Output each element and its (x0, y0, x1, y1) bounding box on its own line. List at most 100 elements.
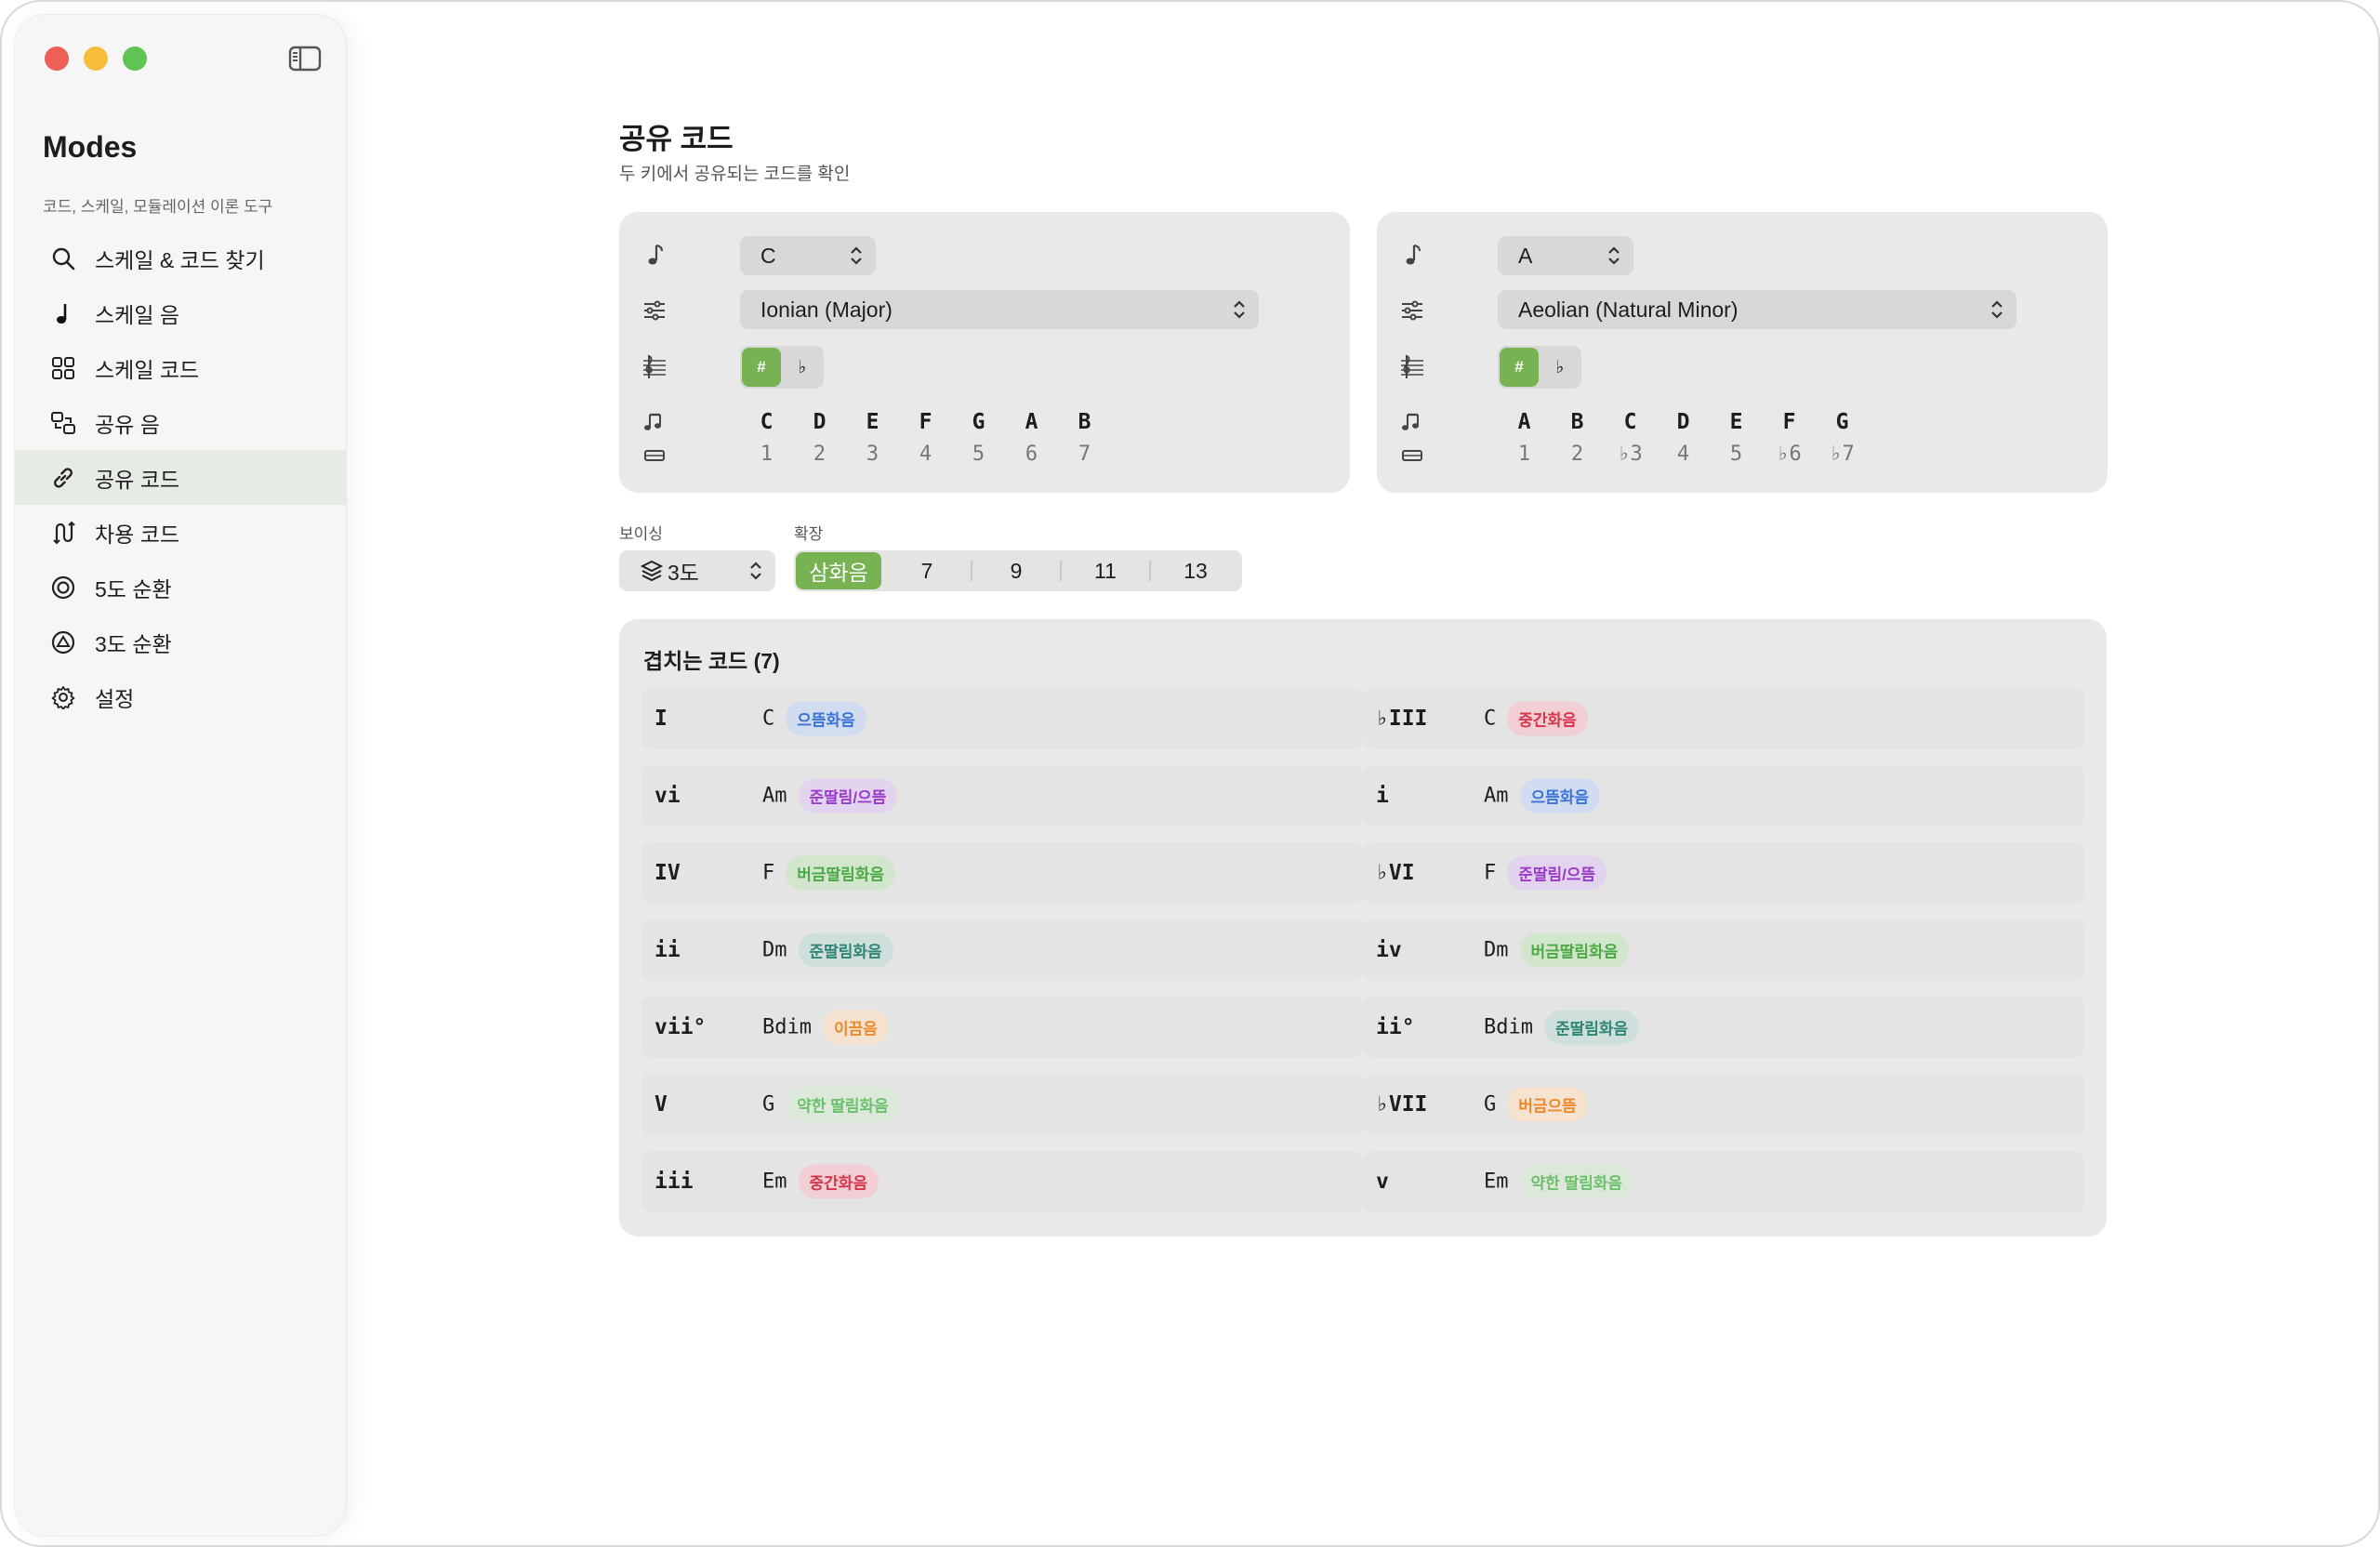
chord-cell-right[interactable]: ♭VII G 버금으뜸 (1363, 1074, 2084, 1135)
sidebar-toggle-icon[interactable] (288, 45, 322, 73)
sharp-button[interactable]: # (742, 348, 781, 387)
chord-name: F (762, 861, 775, 885)
chord-cell-right[interactable]: iv Dm 버금딸림화음 (1363, 919, 2084, 981)
keyboard-icon (641, 443, 668, 469)
segment-triad[interactable]: 삼화음 (796, 552, 881, 589)
chord-info: C 으뜸화음 (762, 701, 866, 736)
note-column: C ♭3 (1604, 405, 1657, 470)
accidental-toggle[interactable]: # ♭ (740, 346, 824, 389)
sidebar-item-scale-chords[interactable]: 스케일 코드 (15, 340, 346, 395)
sidebar-item-settings[interactable]: 설정 (15, 669, 346, 724)
sidebar-item-shared-notes[interactable]: 공유 음 (15, 395, 346, 450)
sidebar-item-borrowed-chords[interactable]: 차용 코드 (15, 505, 346, 560)
chord-cell-right[interactable]: ♭VI F 준딸림/으뜸 (1363, 842, 2084, 904)
extension-segmented-control[interactable]: 삼화음 7 9 11 13 (794, 550, 1242, 591)
chord-info: Bdim 이끔음 (762, 1010, 889, 1045)
roman-numeral: vi (654, 784, 681, 808)
note-degree: 7 (1078, 443, 1091, 466)
chord-cell-right[interactable]: ♭III C 중간화음 (1363, 688, 2084, 749)
segment-9[interactable]: 9 (972, 550, 1060, 591)
accidental-toggle[interactable]: # ♭ (1498, 346, 1581, 389)
minimize-window-button[interactable] (84, 46, 108, 71)
flat-button[interactable]: ♭ (1540, 348, 1580, 387)
sidebar-item-label: 공유 음 (95, 412, 160, 437)
note-column: A1 (1498, 405, 1551, 470)
chord-cell-right[interactable]: i Am 으뜸화음 (1363, 765, 2084, 826)
shared-notes-icon (48, 408, 78, 438)
root-select[interactable]: A (1498, 236, 1633, 275)
note-name: D (1676, 410, 1690, 434)
shared-chord-row: I C 으뜸화음 ♭III C 중간화음 (641, 688, 2084, 765)
magnifier-icon (48, 244, 78, 273)
page-title: 공유 코드 (619, 123, 734, 155)
chevron-updown-icon (1608, 246, 1620, 265)
note-name: C (1623, 410, 1637, 434)
sidebar-item-shared-chords[interactable]: 공유 코드 (15, 450, 346, 505)
chord-cell-right[interactable]: v Em 약한 딸림화음 (1363, 1151, 2084, 1212)
mode-select-value: Aeolian (Natural Minor) (1518, 297, 1739, 322)
keyboard-icon (1399, 443, 1425, 469)
note-degree: 6 (1025, 443, 1038, 466)
note-name: G (1835, 410, 1849, 434)
note-name: E (866, 410, 879, 434)
mode-select-value: Ionian (Major) (760, 297, 892, 322)
chord-cell-left[interactable]: vi Am 준딸림/으뜸 (641, 765, 1363, 826)
function-badge: 이끔음 (822, 1010, 889, 1045)
roman-numeral: ii° (1376, 1015, 1415, 1039)
extension-label: 확장 (794, 525, 824, 543)
roman-numeral: ♭VII (1376, 1092, 1428, 1117)
sidebar-item-label: 스케일 & 코드 찾기 (95, 247, 265, 272)
chord-name: Bdim (762, 1015, 812, 1039)
roman-numeral: i (1376, 784, 1389, 808)
music-note-icon (1399, 242, 1425, 268)
note-column: D2 (793, 405, 846, 470)
chevron-updown-icon (1991, 300, 2003, 319)
chord-cell-left[interactable]: ii Dm 준딸림화음 (641, 919, 1363, 981)
chord-cell-left[interactable]: vii° Bdim 이끔음 (641, 997, 1363, 1058)
note-degree: 5 (972, 443, 985, 466)
sidebar-item-scale-chord-finder[interactable]: 스케일 & 코드 찾기 (15, 231, 346, 285)
roman-numeral: ♭VI (1376, 861, 1415, 885)
shared-chord-row: IV F 버금딸림화음 ♭VI F 준딸림/으뜸 (641, 842, 2084, 919)
segment-7[interactable]: 7 (883, 550, 971, 591)
note-name: G (972, 410, 985, 434)
note-name: F (919, 410, 932, 434)
chord-name: G (1484, 1092, 1497, 1117)
function-badge: 준딸림/으뜸 (1507, 855, 1607, 891)
chord-info: Am 준딸림/으뜸 (762, 778, 898, 813)
mode-select[interactable]: Aeolian (Natural Minor) (1498, 290, 2016, 329)
sidebar-item-label: 5도 순환 (95, 576, 172, 602)
notes-icon (1399, 409, 1425, 435)
chord-cell-left[interactable]: I C 으뜸화음 (641, 688, 1363, 749)
note-name: D (813, 410, 826, 434)
shared-chord-row: vii° Bdim 이끔음 ii° Bdim 준딸림화음 (641, 997, 2084, 1074)
root-select[interactable]: C (740, 236, 876, 275)
close-window-button[interactable] (45, 46, 69, 71)
note-name: E (1729, 410, 1743, 434)
mode-select[interactable]: Ionian (Major) (740, 290, 1259, 329)
flat-button[interactable]: ♭ (783, 348, 822, 387)
sidebar-item-circle-of-fifths[interactable]: 5도 순환 (15, 560, 346, 615)
sidebar-item-label: 3도 순환 (95, 631, 172, 656)
note-degree: 2 (1570, 443, 1584, 466)
segment-13[interactable]: 13 (1151, 550, 1240, 591)
chord-cell-left[interactable]: iii Em 중간화음 (641, 1151, 1363, 1212)
maximize-window-button[interactable] (123, 46, 147, 71)
chord-cell-left[interactable]: V G 약한 딸림화음 (641, 1074, 1363, 1135)
segment-11[interactable]: 11 (1062, 550, 1149, 591)
sliders-icon (1399, 298, 1425, 324)
note-name: A (1025, 410, 1038, 434)
chord-info: G 약한 딸림화음 (762, 1087, 900, 1122)
chord-info: G 버금으뜸 (1484, 1087, 1588, 1122)
sidebar-item-circle-of-thirds[interactable]: 3도 순환 (15, 615, 346, 669)
sidebar-item-scale-notes[interactable]: 스케일 음 (15, 285, 346, 340)
voicing-select[interactable]: 3도 (619, 550, 775, 591)
sharp-button[interactable]: # (1500, 348, 1539, 387)
roman-numeral: V (654, 1092, 668, 1117)
app-subtitle: 코드, 스케일, 모듈레이션 이론 도구 (43, 198, 273, 216)
chord-info: Em 약한 딸림화음 (1484, 1164, 1634, 1199)
chord-cell-right[interactable]: ii° Bdim 준딸림화음 (1363, 997, 2084, 1058)
sidebar-item-label: 공유 코드 (95, 467, 180, 492)
roman-numeral: vii° (654, 1015, 707, 1039)
chord-cell-left[interactable]: IV F 버금딸림화음 (641, 842, 1363, 904)
